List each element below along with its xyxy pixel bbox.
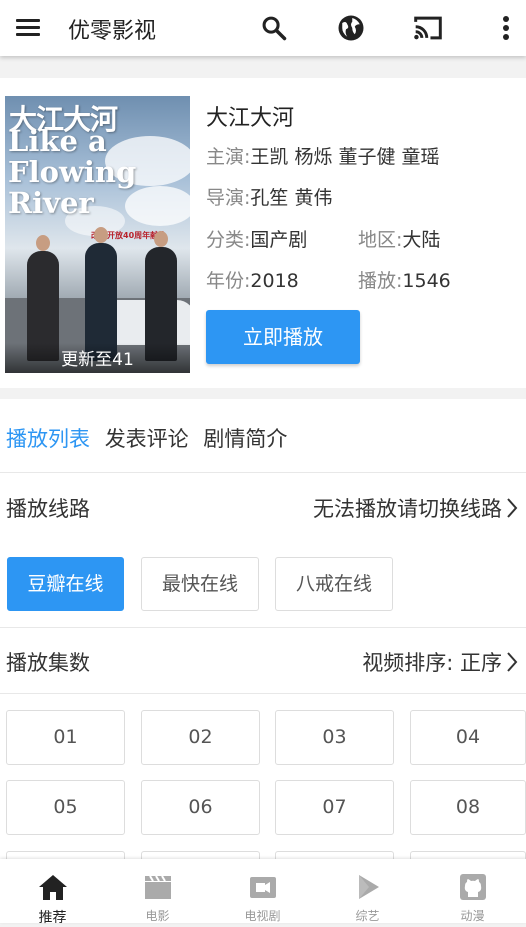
play-icon xyxy=(359,875,379,899)
more-vert-icon[interactable] xyxy=(490,12,522,44)
region-label: 地区: xyxy=(358,229,403,251)
content-panel: 播放列表 发表评论 剧情简介 播放线路 无法播放请切换线路 豆瓣在线 最快在线 … xyxy=(0,399,526,906)
plays-label: 播放: xyxy=(358,270,403,292)
episode-button[interactable]: 05 xyxy=(6,780,125,835)
line-button-bajie[interactable]: 八戒在线 xyxy=(275,557,393,611)
play-now-button[interactable]: 立即播放 xyxy=(206,310,360,364)
cast-row: 主演:王凯 杨烁 董子健 童瑶 xyxy=(206,142,440,169)
plays-row: 播放:1546 xyxy=(358,266,451,293)
line-button-douban[interactable]: 豆瓣在线 xyxy=(7,557,124,611)
episode-button[interactable]: 01 xyxy=(6,710,125,765)
divider xyxy=(0,627,526,628)
genre-label: 分类: xyxy=(206,229,251,251)
genre-value: 国产剧 xyxy=(250,229,308,251)
line-button-zuikuai[interactable]: 最快在线 xyxy=(141,557,259,611)
tab-bar: 播放列表 发表评论 剧情简介 xyxy=(6,423,295,453)
nav-item-anime[interactable]: 动漫 xyxy=(420,859,525,923)
github-icon xyxy=(460,874,486,900)
sort-order[interactable]: 视频排序: 正序 xyxy=(362,647,518,677)
nav-label: 电影 xyxy=(145,909,170,923)
play-lines-label: 播放线路 xyxy=(6,497,90,521)
chevron-right-icon xyxy=(507,498,518,518)
switch-line-hint[interactable]: 无法播放请切换线路 xyxy=(313,493,518,523)
movie-info-card: 大江大河 Like a Flowing River 改革开放40周年献礼 更新至… xyxy=(0,78,526,388)
divider xyxy=(0,472,526,473)
update-badge: 更新至41 xyxy=(5,343,190,373)
sort-order-text: 视频排序: 正序 xyxy=(362,651,502,675)
director-row: 导演:孔笙 黄伟 xyxy=(206,183,332,210)
plays-value: 1546 xyxy=(402,270,451,292)
episode-button[interactable]: 03 xyxy=(275,710,394,765)
chevron-right-icon xyxy=(507,652,518,672)
home-icon xyxy=(39,875,67,900)
nav-label: 推荐 xyxy=(38,910,67,926)
nav-item-movie[interactable]: 电影 xyxy=(105,859,210,923)
director-label: 导演: xyxy=(206,187,251,209)
movie-poster[interactable]: 大江大河 Like a Flowing River 改革开放40周年献礼 更新至… xyxy=(5,96,190,373)
tab-playlist[interactable]: 播放列表 xyxy=(6,427,90,451)
director-value: 孔笙 黄伟 xyxy=(250,187,333,209)
nav-label: 电视剧 xyxy=(244,909,281,923)
genre-row: 分类:国产剧 xyxy=(206,225,307,252)
globe-icon[interactable] xyxy=(335,12,367,44)
year-label: 年份: xyxy=(206,270,251,292)
nav-item-variety[interactable]: 综艺 xyxy=(315,859,420,923)
nav-label: 动漫 xyxy=(460,909,485,923)
episode-button[interactable]: 02 xyxy=(141,710,260,765)
region-value: 大陆 xyxy=(402,229,441,251)
divider xyxy=(0,693,526,694)
app-title: 优零影视 xyxy=(68,19,157,44)
switch-line-text: 无法播放请切换线路 xyxy=(313,497,502,521)
tv-camera-icon xyxy=(250,877,276,898)
cast-icon[interactable] xyxy=(412,12,444,44)
cast-value: 王凯 杨烁 董子健 童瑶 xyxy=(250,146,440,168)
episode-button[interactable]: 04 xyxy=(410,710,526,765)
film-clapper-icon xyxy=(145,875,171,899)
episodes-label: 播放集数 xyxy=(6,651,90,675)
year-row: 年份:2018 xyxy=(206,266,299,293)
episode-button[interactable]: 08 xyxy=(410,780,526,835)
nav-item-tv[interactable]: 电视剧 xyxy=(210,859,315,923)
episode-button[interactable]: 06 xyxy=(141,780,260,835)
cast-label: 主演: xyxy=(206,146,251,168)
year-value: 2018 xyxy=(250,270,299,292)
tab-synopsis[interactable]: 剧情简介 xyxy=(203,427,287,451)
app-bar: 优零影视 xyxy=(0,0,526,56)
menu-icon[interactable] xyxy=(14,14,42,42)
search-icon[interactable] xyxy=(258,12,290,44)
episode-button[interactable]: 07 xyxy=(275,780,394,835)
poster-title-en: Like a Flowing River xyxy=(8,124,137,220)
movie-title: 大江大河 xyxy=(206,106,295,131)
region-row: 地区:大陆 xyxy=(358,225,440,252)
tab-comment[interactable]: 发表评论 xyxy=(105,427,189,451)
bottom-nav: 推荐 电影 电视剧 综艺 动漫 xyxy=(0,859,526,926)
nav-item-recommend[interactable]: 推荐 xyxy=(0,859,105,926)
nav-label: 综艺 xyxy=(355,909,380,923)
